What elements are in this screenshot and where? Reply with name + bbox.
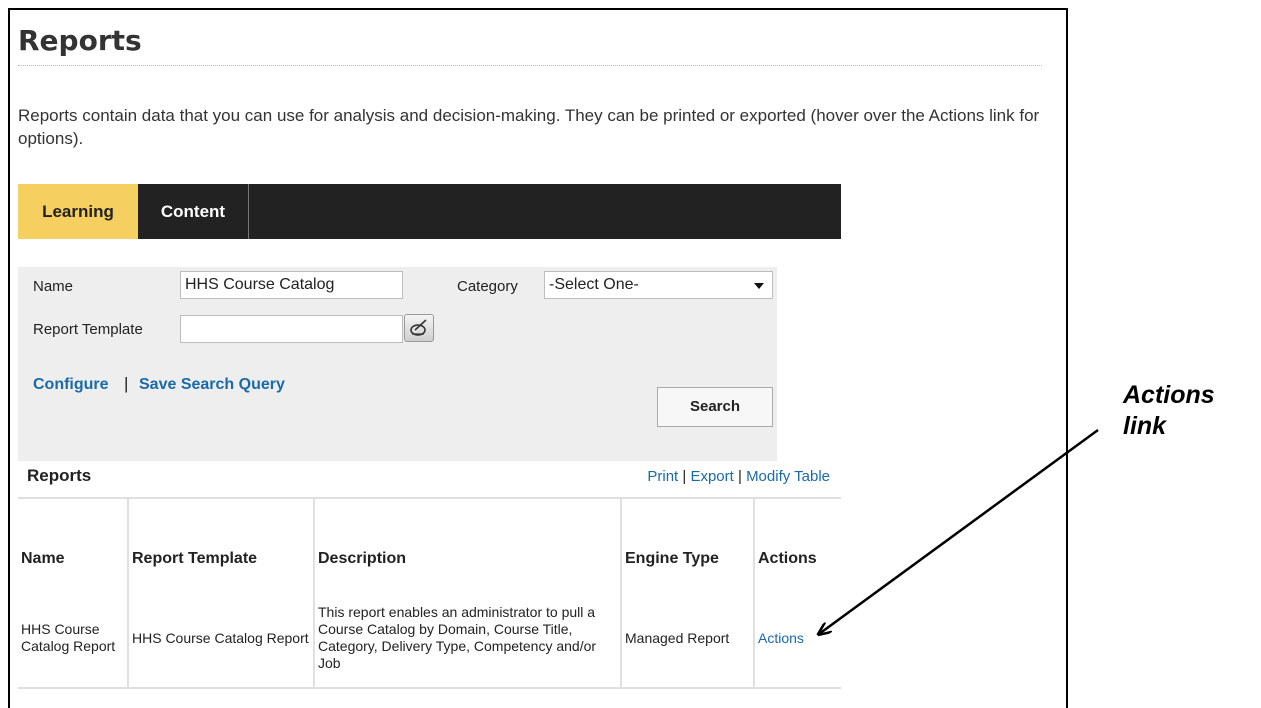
arrow-line [819, 428, 1099, 634]
callout-arrow [0, 428, 1099, 691]
